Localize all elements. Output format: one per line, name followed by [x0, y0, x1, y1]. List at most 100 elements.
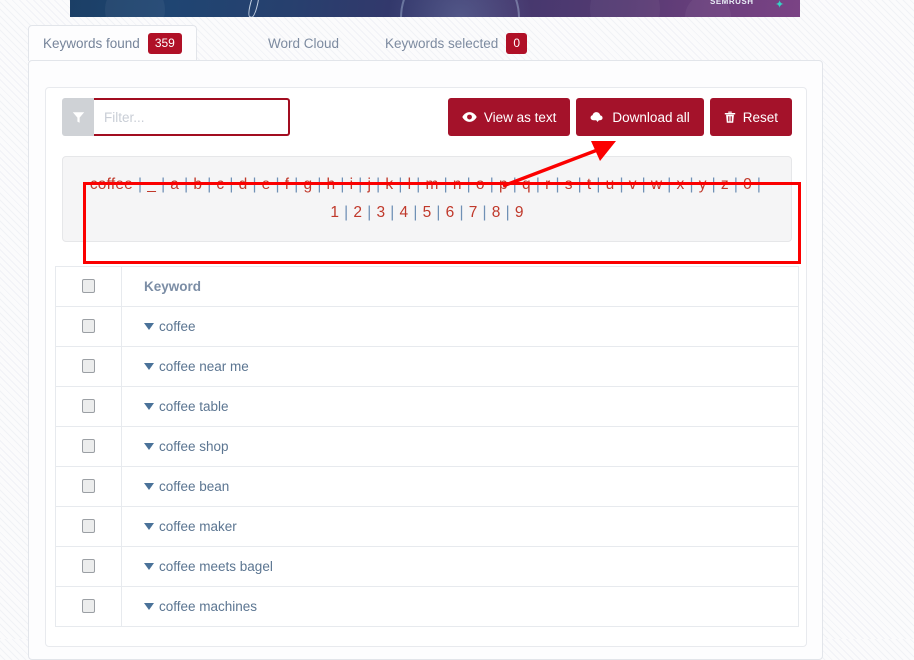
alpha-filter-item-z[interactable]: z [720, 176, 730, 193]
download-all-label: Download all [612, 109, 690, 125]
table-row[interactable]: coffee maker [55, 506, 799, 547]
alpha-filter-separator: | [229, 176, 234, 193]
alpha-filter-item-y[interactable]: y [698, 176, 708, 193]
row-select-checkbox[interactable] [82, 319, 95, 334]
alpha-filter-separator: | [482, 204, 487, 221]
alpha-filter-separator: | [505, 204, 510, 221]
tab-keywords-found[interactable]: Keywords found 359 [28, 25, 197, 61]
select-all-cell [55, 266, 122, 307]
alpha-filter-item-d[interactable]: d [238, 176, 249, 193]
alpha-filter-item-e[interactable]: e [261, 176, 272, 193]
alpha-filter-item-c[interactable]: c [215, 176, 225, 193]
alpha-filter-item-9[interactable]: 9 [514, 204, 525, 221]
keyword-cell: coffee meets bagel [121, 546, 799, 587]
table-row[interactable]: coffee [55, 306, 799, 347]
alpha-filter-separator: | [161, 176, 166, 193]
alpha-filter-item-k[interactable]: k [384, 176, 394, 193]
keyword-label: coffee [159, 318, 196, 334]
cloud-download-icon [590, 111, 605, 123]
alpha-filter-separator: | [512, 176, 518, 193]
alpha-filter-item-w[interactable]: w [650, 176, 663, 193]
select-all-checkbox[interactable] [82, 279, 95, 294]
tab-keywords-selected[interactable]: Keywords selected 0 [373, 25, 539, 61]
caret-down-icon[interactable] [144, 322, 154, 330]
alpha-filter-item-g[interactable]: g [302, 176, 313, 193]
row-select-checkbox[interactable] [82, 439, 95, 454]
table-row[interactable]: coffee near me [55, 346, 799, 387]
alpha-filter-item-q[interactable]: q [521, 176, 532, 193]
alpha-filter-separator: | [294, 176, 299, 193]
table-row[interactable]: coffee bean [55, 466, 799, 507]
keyword-label: coffee machines [159, 598, 258, 614]
alpha-filter-separator: | [416, 176, 421, 193]
table-row[interactable]: coffee machines [55, 586, 799, 627]
caret-down-icon[interactable] [144, 522, 154, 530]
alpha-filter-item-u[interactable]: u [605, 176, 616, 193]
alpha-filter-panel: coffee | _ | a | b | c | d | e | f | g | h | i | j | k | l | m | n | o | p… [62, 156, 792, 242]
tab-keywords-found-label: Keywords found [43, 36, 140, 51]
alpha-filter-item-5[interactable]: 5 [422, 204, 433, 221]
funnel-icon [62, 98, 94, 136]
alpha-filter-separator: | [689, 176, 694, 193]
alpha-filter-item-_[interactable]: _ [146, 176, 157, 193]
table-row[interactable]: coffee table [55, 386, 799, 427]
row-select-cell [55, 426, 122, 467]
alpha-filter-item-p[interactable]: p [498, 176, 509, 193]
alpha-filter-item-8[interactable]: 8 [491, 204, 502, 221]
alpha-filter-item-7[interactable]: 7 [468, 204, 479, 221]
caret-down-icon[interactable] [144, 562, 154, 570]
alpha-filter-separator: | [459, 204, 464, 221]
alpha-filter-item-x[interactable]: x [676, 176, 686, 193]
alpha-filter-item-h[interactable]: h [326, 176, 337, 193]
alpha-filter-item-s[interactable]: s [564, 176, 574, 193]
caret-down-icon[interactable] [144, 602, 154, 610]
caret-down-icon[interactable] [144, 482, 154, 490]
row-select-checkbox[interactable] [82, 559, 95, 574]
view-as-text-button[interactable]: View as text [447, 98, 571, 136]
alpha-filter-separator: | [619, 176, 624, 193]
download-all-button[interactable]: Download all [576, 98, 704, 136]
row-select-checkbox[interactable] [82, 519, 95, 534]
keyword-cell: coffee maker [121, 506, 799, 547]
filter-input[interactable] [94, 98, 290, 136]
alpha-filter-separator: | [252, 176, 257, 193]
alpha-filter-separator: | [413, 204, 418, 221]
alpha-filter-item-2[interactable]: 2 [352, 204, 363, 221]
reset-button[interactable]: Reset [709, 98, 792, 136]
alpha-filter-item-6[interactable]: 6 [445, 204, 456, 221]
alpha-filter-item-n[interactable]: n [452, 176, 463, 193]
alpha-filter-item-b[interactable]: b [192, 176, 203, 193]
alpha-filter-item-3[interactable]: 3 [375, 204, 386, 221]
alpha-filter-item-v[interactable]: v [628, 176, 638, 193]
alpha-filter-item-coffee[interactable]: coffee [89, 176, 134, 193]
keyword-label: coffee maker [159, 518, 237, 534]
alpha-filter-separator: | [641, 176, 646, 193]
view-as-text-label: View as text [483, 109, 557, 125]
table-row[interactable]: coffee meets bagel [55, 546, 799, 587]
keyword-label: coffee shop [159, 438, 229, 454]
caret-down-icon[interactable] [144, 442, 154, 450]
alpha-filter-item-a[interactable]: a [169, 176, 180, 193]
alpha-filter-item-m[interactable]: m [424, 176, 439, 193]
alpha-filter-item-4[interactable]: 4 [399, 204, 410, 221]
row-select-checkbox[interactable] [82, 479, 95, 494]
trash-icon [724, 111, 736, 124]
caret-down-icon[interactable] [144, 362, 154, 370]
tab-word-cloud[interactable]: Word Cloud [256, 25, 351, 61]
alpha-filter-separator: | [756, 176, 762, 193]
alpha-filter-item-1[interactable]: 1 [329, 204, 340, 221]
banner-decoration-blob [590, 0, 660, 17]
reset-label: Reset [742, 109, 778, 125]
keywords-table-wrapper: Keyword coffee coffee near me coffee table… [55, 266, 799, 627]
alpha-filter-item-o[interactable]: o [475, 176, 486, 193]
row-select-checkbox[interactable] [82, 599, 95, 614]
table-row[interactable]: coffee shop [55, 426, 799, 467]
caret-down-icon[interactable] [144, 402, 154, 410]
alpha-filter-item-0[interactable]: 0 [742, 176, 753, 193]
row-select-checkbox[interactable] [82, 359, 95, 374]
keyword-cell: coffee shop [121, 426, 799, 467]
row-select-cell [55, 586, 122, 627]
row-select-cell [55, 546, 122, 587]
row-select-checkbox[interactable] [82, 399, 95, 414]
row-select-cell [55, 506, 122, 547]
